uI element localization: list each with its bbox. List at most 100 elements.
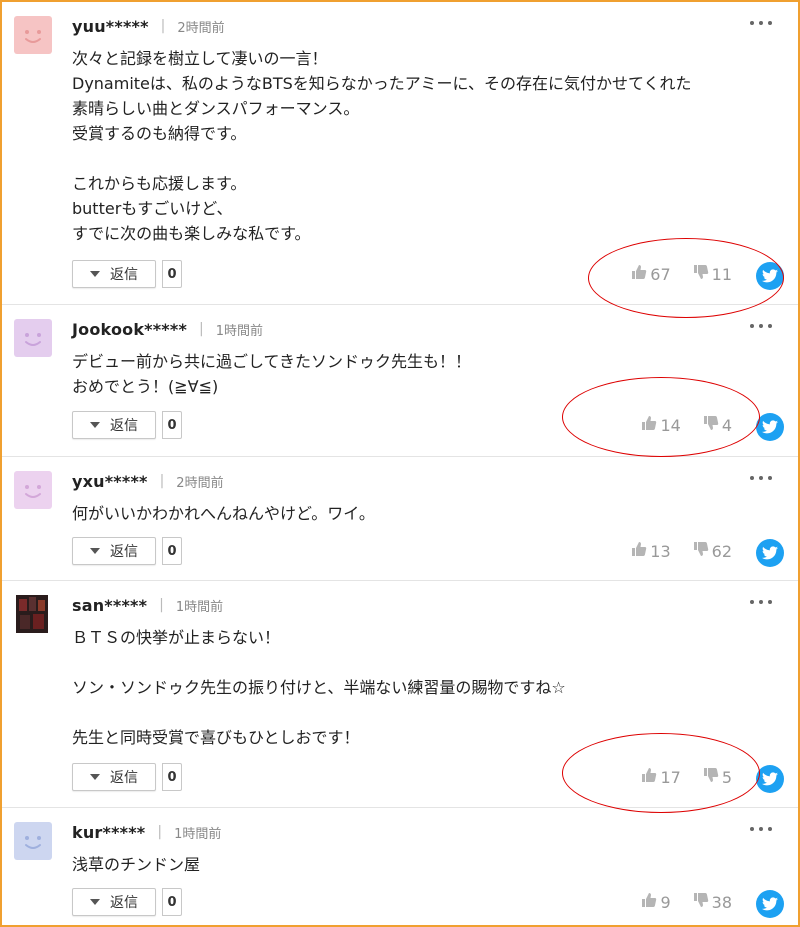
comment-text-line: 浅草のチンドン屋 — [72, 855, 201, 874]
like-button[interactable]: 13 — [631, 541, 671, 561]
vote-controls: 14 4 — [641, 415, 732, 435]
comment-text-line: 先生と同時受賞で喜びもひとしおです！ — [72, 728, 360, 747]
avatar[interactable] — [16, 595, 48, 633]
username-link[interactable]: kur***** — [72, 823, 145, 842]
comment-text-line: 受賞するのも納得です。 — [72, 124, 247, 143]
dislike-button[interactable]: 5 — [703, 767, 732, 787]
comment-body: デビュー前から共に過ごしてきたソンドゥク先生も！！ おめでとう！(≧∀≦) — [72, 349, 782, 399]
reply-label: 返信 — [110, 544, 138, 560]
more-options-icon[interactable] — [750, 822, 772, 836]
comment-header: san***** | 1時間前 — [72, 593, 223, 617]
reply-controls: 返信 0 — [72, 411, 182, 439]
caret-down-icon — [90, 899, 100, 905]
caret-down-icon — [90, 271, 100, 277]
comment-text-line: おめでとう！(≧∀≦) — [72, 377, 219, 396]
vote-controls: 67 11 — [631, 264, 732, 284]
like-count: 9 — [660, 892, 671, 912]
avatar[interactable] — [14, 319, 52, 357]
thumbs-up-icon — [641, 415, 660, 435]
reply-button[interactable]: 返信 — [72, 411, 156, 439]
header-divider: | — [157, 824, 163, 840]
comment-text-line: デビュー前から共に過ごしてきたソンドゥク先生も！！ — [72, 352, 472, 371]
comment-header: kur***** | 1時間前 — [72, 820, 221, 844]
comment-body: ＢＴＳの快挙が止まらない！ ソン・ソンドゥク先生の振り付けと、半端ない練習量の賜物… — [72, 625, 782, 750]
reply-count: 0 — [162, 411, 182, 439]
like-button[interactable]: 17 — [641, 767, 681, 787]
twitter-share-icon[interactable] — [756, 890, 784, 918]
avatar[interactable] — [14, 471, 52, 509]
username-link[interactable]: yxu***** — [72, 472, 148, 491]
vote-controls: 17 5 — [641, 767, 732, 787]
comment-header: yuu***** | 2時間前 — [72, 14, 225, 38]
dislike-count: 11 — [711, 264, 732, 284]
more-options-icon[interactable] — [750, 595, 772, 609]
like-button[interactable]: 67 — [631, 264, 671, 284]
thumbs-up-icon — [631, 264, 650, 284]
comment-header: yxu***** | 2時間前 — [72, 469, 224, 493]
twitter-share-icon[interactable] — [756, 765, 784, 793]
like-count: 13 — [650, 541, 671, 561]
dislike-count: 4 — [721, 415, 732, 435]
dislike-button[interactable]: 62 — [693, 541, 732, 561]
header-divider: | — [159, 597, 164, 613]
username-link[interactable]: san***** — [72, 596, 147, 615]
more-options-icon[interactable] — [750, 16, 772, 30]
comment-list: yuu***** | 2時間前 次々と記録を樹立して凄いの一言！ Dynamiteは、私… — [0, 0, 800, 927]
comment-item: Jookook***** | 1時間前 デビュー前から共に過ごしてきたソンドゥク先生も… — [2, 305, 798, 457]
post-time: 2時間前 — [176, 475, 224, 491]
more-options-icon[interactable] — [750, 471, 772, 485]
dislike-button[interactable]: 11 — [693, 264, 732, 284]
dislike-count: 5 — [721, 767, 732, 787]
dislike-button[interactable]: 4 — [703, 415, 732, 435]
thumbs-up-icon — [641, 892, 660, 912]
comment-text-line: 次々と記録を樹立して凄いの一言！ — [72, 49, 328, 68]
username-link[interactable]: Jookook***** — [72, 320, 187, 339]
reply-controls: 返信 0 — [72, 763, 182, 791]
avatar[interactable] — [14, 822, 52, 860]
comment-text-line: ソン・ソンドゥク先生の振り付けと、半端ない練習量の賜物ですね☆ — [72, 678, 566, 697]
avatar[interactable] — [14, 16, 52, 54]
reply-button[interactable]: 返信 — [72, 537, 156, 565]
comment-item: san***** | 1時間前 ＢＴＳの快挙が止まらない！ ソン・ソンドゥク先生の振り付… — [2, 581, 798, 813]
twitter-share-icon[interactable] — [756, 262, 784, 290]
dislike-button[interactable]: 38 — [693, 892, 732, 912]
caret-down-icon — [90, 774, 100, 780]
reply-count: 0 — [162, 260, 182, 288]
reply-controls: 返信 0 — [72, 260, 182, 288]
like-count: 14 — [660, 415, 681, 435]
vote-controls: 13 62 — [631, 541, 732, 561]
comment-body: 浅草のチンドン屋 — [72, 852, 782, 877]
comment-text-line: すでに次の曲も楽しみな私です。 — [72, 224, 311, 243]
like-button[interactable]: 14 — [641, 415, 681, 435]
comment-item: yxu***** | 2時間前 何がいいかわかれへんねんやけど。ワイ。 返信 0 13 62 — [2, 457, 798, 581]
thumbs-down-icon — [703, 767, 722, 787]
username-link[interactable]: yuu***** — [72, 17, 149, 36]
post-time: 1時間前 — [215, 323, 264, 339]
twitter-share-icon[interactable] — [756, 413, 784, 441]
like-count: 17 — [660, 767, 681, 787]
comment-text-line — [72, 700, 782, 725]
thumbs-up-icon — [641, 767, 660, 787]
dislike-count: 38 — [711, 892, 732, 912]
comment-text-line: 何がいいかわかれへんねんやけど。ワイ。 — [72, 504, 375, 523]
post-time: 1時間前 — [175, 599, 224, 615]
comment-text-line: butterもすごいけど、 — [72, 199, 233, 218]
thumbs-down-icon — [703, 415, 722, 435]
reply-button[interactable]: 返信 — [72, 888, 156, 916]
thumbs-up-icon — [631, 541, 650, 561]
more-options-icon[interactable] — [750, 319, 772, 333]
header-divider: | — [159, 473, 165, 489]
like-button[interactable]: 9 — [641, 892, 671, 912]
reply-label: 返信 — [110, 895, 138, 911]
comment-text-line: Dynamiteは、私のようなBTSを知らなかったアミーに、その存在に気付かせて… — [72, 74, 692, 93]
comment-body: 次々と記録を樹立して凄いの一言！ Dynamiteは、私のようなBTSを知らなかっ… — [72, 46, 782, 246]
reply-label: 返信 — [110, 267, 138, 283]
comment-item: yuu***** | 2時間前次々と記録を樹立して凄いの一言！ Dynamiteは、私… — [2, 2, 798, 318]
thumbs-down-icon — [693, 892, 712, 912]
post-time: 1時間前 — [174, 826, 222, 842]
comment-text-line — [72, 650, 782, 675]
twitter-share-icon[interactable] — [756, 539, 784, 567]
reply-button[interactable]: 返信 — [72, 763, 156, 791]
reply-button[interactable]: 返信 — [72, 260, 156, 288]
caret-down-icon — [90, 422, 100, 428]
